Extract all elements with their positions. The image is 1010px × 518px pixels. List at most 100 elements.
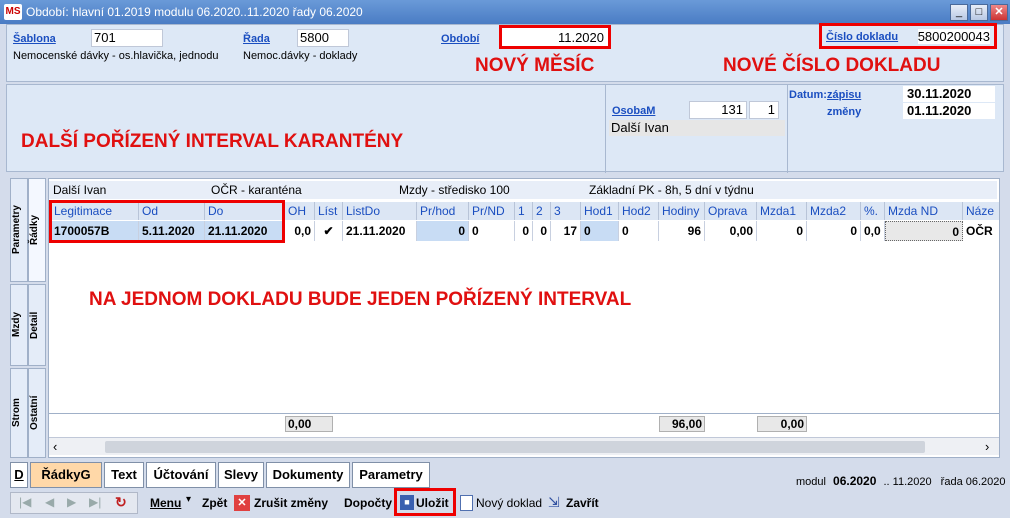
maximize-button[interactable]: □ — [970, 4, 988, 21]
col-2[interactable]: 2 — [533, 202, 551, 220]
rada-description: Nemoc.dávky - doklady — [243, 50, 358, 62]
cell-hodiny[interactable]: 96 — [659, 221, 705, 241]
col-oh[interactable]: OH — [285, 202, 315, 220]
novy-doklad-button[interactable]: Nový doklad — [476, 492, 542, 514]
col-list[interactable]: Líst — [315, 202, 343, 220]
tab-radky[interactable]: ŘádkyG — [30, 462, 102, 488]
cancel-icon[interactable]: ✕ — [234, 495, 250, 511]
prev-record-icon[interactable]: ◀ — [45, 495, 54, 509]
col-1[interactable]: 1 — [515, 202, 533, 220]
divider — [605, 85, 606, 173]
cell-prnd[interactable]: 0 — [469, 221, 515, 241]
highlight-interval — [49, 200, 285, 243]
menu-arrow-icon[interactable]: ▾ — [186, 494, 191, 505]
cell-mzda1[interactable]: 0 — [757, 221, 807, 241]
info-name: Další Ivan — [53, 183, 107, 197]
col-nazev[interactable]: Náze — [963, 202, 999, 220]
scrollbar-thumb[interactable] — [105, 441, 925, 453]
osoba-id-field[interactable]: 131 — [689, 101, 747, 119]
cell-3[interactable]: 17 — [551, 221, 581, 241]
cell-listdo[interactable]: 21.11.2020 — [343, 221, 417, 241]
rada-field[interactable]: 5800 — [297, 29, 349, 47]
action-toolbar: Menu ▾ Zpět ✕ Zrušit změny Dopočty ■ Ulo… — [140, 488, 606, 516]
dopocty-button[interactable]: Dopočty — [344, 492, 392, 514]
tab-slevy[interactable]: Slevy — [218, 462, 264, 488]
obdobi-field[interactable]: 11.2020 — [499, 25, 611, 49]
col-oprava[interactable]: Oprava — [705, 202, 757, 220]
sidetab-strom[interactable]: Strom — [10, 368, 28, 458]
sidetab-ostatni[interactable]: Ostatní — [28, 368, 46, 458]
col-mzdand[interactable]: Mzda ND — [885, 202, 963, 220]
col-procenta[interactable]: %. — [861, 202, 885, 220]
sidetab-radky[interactable]: Řádky — [28, 178, 46, 282]
tab-text[interactable]: Text — [104, 462, 144, 488]
zavrit-button[interactable]: Zavřít — [566, 492, 599, 514]
last-record-icon[interactable]: ▶| — [89, 495, 101, 509]
cell-2[interactable]: 0 — [533, 221, 551, 241]
next-record-icon[interactable]: ▶ — [67, 495, 76, 509]
col-listdo[interactable]: ListDo — [343, 202, 417, 220]
person-name: Další Ivan — [609, 120, 785, 136]
cell-list-checkbox[interactable]: ✔ — [315, 221, 343, 241]
cell-oprava[interactable]: 0,00 — [705, 221, 757, 241]
window-title: Období: hlavní 01.2019 modulu 06.2020..1… — [26, 5, 363, 19]
cell-hod2[interactable]: 0 — [619, 221, 659, 241]
zapisu-field[interactable]: 30.11.2020 — [903, 86, 995, 102]
zmeny-field[interactable]: 01.11.2020 — [903, 103, 995, 119]
tab-dokumenty[interactable]: Dokumenty — [266, 462, 350, 488]
scroll-left-icon[interactable]: ‹ — [53, 439, 57, 454]
col-prhod[interactable]: Pr/hod — [417, 202, 469, 220]
cell-mzdand[interactable]: 0 — [885, 221, 963, 241]
totals-row: 0,00 96,00 0,00 — [49, 413, 999, 433]
tab-parametry[interactable]: Parametry — [352, 462, 430, 488]
info-pk: Základní PK - 8h, 5 dní v týdnu — [589, 183, 754, 197]
sidetab-mzdy[interactable]: Mzdy — [10, 284, 28, 366]
close-door-icon[interactable]: ⇲ — [548, 494, 560, 511]
annotation-dalsi-interval: DALŠÍ POŘÍZENÝ INTERVAL KARANTÉNY — [21, 131, 404, 152]
osoba-label[interactable]: OsobaM — [612, 105, 655, 117]
tab-uctovani[interactable]: Účtování — [146, 462, 216, 488]
save-icon[interactable]: ■ — [400, 495, 414, 510]
cell-prhod[interactable]: 0 — [417, 221, 469, 241]
refresh-icon[interactable]: ↻ — [115, 494, 127, 511]
cell-1[interactable]: 0 — [515, 221, 533, 241]
cislo-dokladu-field[interactable]: 5800200043 — [917, 29, 990, 44]
zpet-button[interactable]: Zpět — [202, 492, 227, 514]
menu-button[interactable]: Menu — [150, 492, 181, 514]
new-document-icon[interactable] — [460, 495, 473, 511]
col-hodiny[interactable]: Hodiny — [659, 202, 705, 220]
zrusit-zmeny-button[interactable]: Zrušit změny — [254, 492, 328, 514]
cislo-dokladu-label[interactable]: Číslo dokladu — [826, 31, 898, 43]
scroll-right-icon[interactable]: › — [985, 439, 989, 454]
cell-oh[interactable]: 0,0 — [285, 221, 315, 241]
cell-mzda2[interactable]: 0 — [807, 221, 861, 241]
osoba-n-field[interactable]: 1 — [749, 101, 779, 119]
col-hod1[interactable]: Hod1 — [581, 202, 619, 220]
cell-hod1[interactable]: 0 — [581, 221, 619, 241]
ulozit-button[interactable]: Uložit — [416, 492, 449, 514]
obdobi-label[interactable]: Období — [441, 33, 480, 45]
minimize-button[interactable]: _ — [950, 4, 968, 21]
total-hodiny: 96,00 — [659, 416, 705, 432]
divider — [787, 85, 788, 173]
rada-label[interactable]: Řada — [243, 33, 270, 45]
info-type: OČR - karanténa — [211, 183, 302, 197]
sidetab-detail[interactable]: Detail — [28, 284, 46, 366]
horizontal-scrollbar[interactable]: ‹ › — [49, 437, 999, 455]
col-3[interactable]: 3 — [551, 202, 581, 220]
cell-nazev[interactable]: OČR — [963, 221, 999, 241]
col-mzda1[interactable]: Mzda1 — [757, 202, 807, 220]
zapisu-label[interactable]: zápisu — [827, 89, 861, 101]
annotation-novy-mesic: NOVÝ MĚSÍC — [475, 55, 595, 76]
col-prnd[interactable]: Pr/ND — [469, 202, 515, 220]
col-hod2[interactable]: Hod2 — [619, 202, 659, 220]
sablona-label[interactable]: Šablona — [13, 33, 56, 45]
close-button[interactable]: ✕ — [990, 4, 1008, 21]
first-record-icon[interactable]: |◀ — [19, 495, 31, 509]
sablona-field[interactable]: 701 — [91, 29, 163, 47]
total-oh: 0,00 — [285, 416, 333, 432]
col-mzda2[interactable]: Mzda2 — [807, 202, 861, 220]
sidetab-parametry[interactable]: Parametry — [10, 178, 28, 282]
tab-d[interactable]: D — [10, 462, 28, 488]
cell-procenta[interactable]: 0,0 — [861, 221, 885, 241]
